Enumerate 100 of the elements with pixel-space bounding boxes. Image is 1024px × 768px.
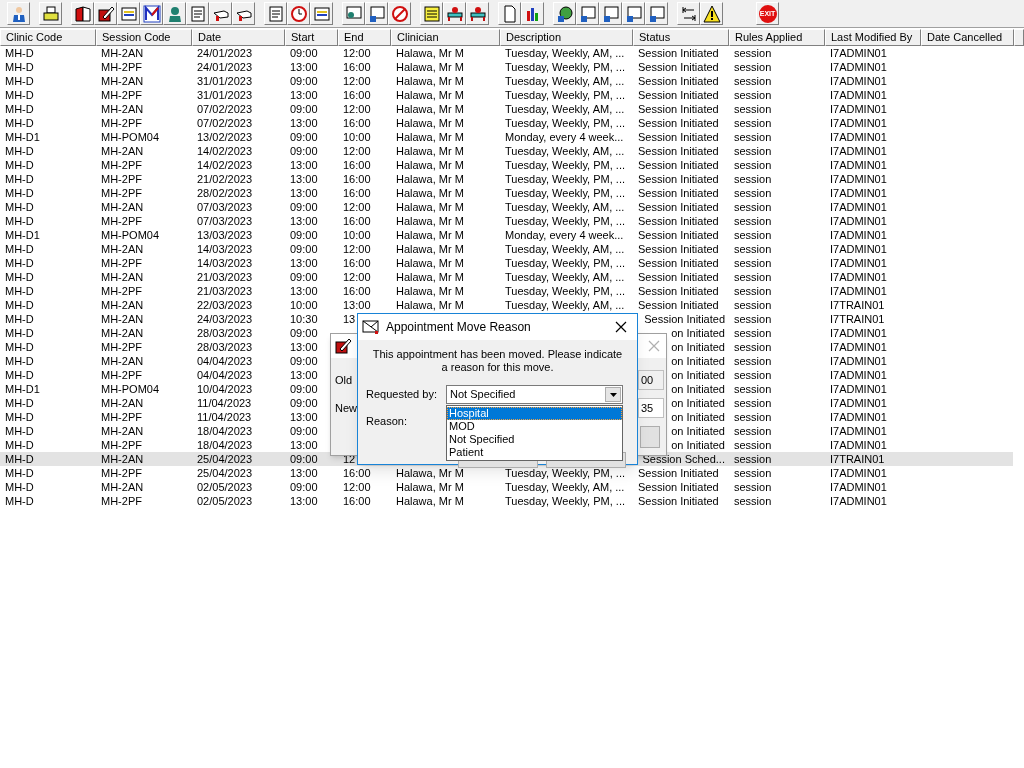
table-cell[interactable]: MH-2AN: [96, 74, 192, 88]
column-header[interactable]: Clinic Code: [0, 29, 96, 46]
table-cell[interactable]: 10:00: [338, 228, 391, 242]
table-cell[interactable]: 11/04/2023: [192, 410, 285, 424]
table-cell[interactable]: Halawa, Mr M: [391, 200, 500, 214]
table-cell[interactable]: 21/02/2023: [192, 172, 285, 186]
table-cell[interactable]: MH-2AN: [96, 354, 192, 368]
table-cell[interactable]: MH-D: [0, 242, 96, 256]
table-cell[interactable]: Halawa, Mr M: [391, 256, 500, 270]
table-cell[interactable]: MH-D: [0, 172, 96, 186]
table-cell[interactable]: Halawa, Mr M: [391, 46, 500, 60]
toolbar-button[interactable]: [140, 2, 163, 25]
table-cell[interactable]: I7ADMIN01: [825, 228, 921, 242]
table-cell[interactable]: 04/04/2023: [192, 368, 285, 382]
table-cell[interactable]: Halawa, Mr M: [391, 480, 500, 494]
table-cell[interactable]: MH-D1: [0, 228, 96, 242]
table-cell[interactable]: Session Initiated: [633, 298, 729, 312]
table-cell[interactable]: session: [729, 46, 825, 60]
table-cell[interactable]: session: [729, 396, 825, 410]
table-cell[interactable]: 16:00: [338, 466, 391, 480]
table-cell[interactable]: MH-2PF: [96, 186, 192, 200]
table-cell[interactable]: Tuesday, Weekly, PM, ...: [500, 186, 633, 200]
table-cell[interactable]: MH-D: [0, 200, 96, 214]
table-cell[interactable]: MH-2PF: [96, 466, 192, 480]
table-cell[interactable]: 11/04/2023: [192, 396, 285, 410]
table-cell[interactable]: I7ADMIN01: [825, 200, 921, 214]
table-cell[interactable]: Session Initiated: [633, 270, 729, 284]
table-cell[interactable]: 12:00: [338, 480, 391, 494]
table-cell[interactable]: 14/02/2023: [192, 158, 285, 172]
table-cell[interactable]: MH-D: [0, 494, 96, 508]
table-cell[interactable]: MH-D: [0, 158, 96, 172]
table-cell[interactable]: MH-2AN: [96, 312, 192, 326]
table-cell[interactable]: 09:00: [285, 200, 338, 214]
table-cell[interactable]: Halawa, Mr M: [391, 60, 500, 74]
table-cell[interactable]: MH-D: [0, 410, 96, 424]
table-cell[interactable]: Tuesday, Weekly, PM, ...: [500, 494, 633, 508]
table-cell[interactable]: Tuesday, Weekly, PM, ...: [500, 158, 633, 172]
table-cell[interactable]: I7TRAIN01: [825, 298, 921, 312]
table-cell[interactable]: 13:00: [285, 466, 338, 480]
table-cell[interactable]: I7ADMIN01: [825, 186, 921, 200]
table-cell[interactable]: 12:00: [338, 144, 391, 158]
table-cell[interactable]: Halawa, Mr M: [391, 144, 500, 158]
table-cell[interactable]: session: [729, 480, 825, 494]
toolbar-button[interactable]: [677, 2, 700, 25]
table-cell[interactable]: MH-D: [0, 256, 96, 270]
table-cell[interactable]: MH-D: [0, 116, 96, 130]
table-cell[interactable]: session: [729, 214, 825, 228]
table-cell[interactable]: 13:00: [285, 172, 338, 186]
table-cell[interactable]: I7ADMIN01: [825, 88, 921, 102]
table-cell[interactable]: MH-D: [0, 466, 96, 480]
table-cell[interactable]: 13:00: [285, 186, 338, 200]
selected-table-cell[interactable]: 09:00: [285, 452, 338, 466]
column-header[interactable]: End: [338, 29, 391, 46]
table-cell[interactable]: Session Initiated: [633, 480, 729, 494]
table-cell[interactable]: 16:00: [338, 116, 391, 130]
table-cell[interactable]: MH-D: [0, 312, 96, 326]
table-cell[interactable]: 13:00: [285, 88, 338, 102]
input-field[interactable]: 00: [638, 370, 664, 390]
table-cell[interactable]: MH-D: [0, 214, 96, 228]
table-cell[interactable]: Session Initiated: [633, 242, 729, 256]
table-cell[interactable]: Halawa, Mr M: [391, 494, 500, 508]
table-cell[interactable]: 16:00: [338, 284, 391, 298]
table-cell[interactable]: Halawa, Mr M: [391, 228, 500, 242]
table-cell[interactable]: Session Initiated: [633, 60, 729, 74]
table-cell[interactable]: session: [729, 158, 825, 172]
table-cell[interactable]: Tuesday, Weekly, AM, ...: [500, 46, 633, 60]
table-cell[interactable]: 13:00: [285, 284, 338, 298]
table-cell[interactable]: session: [729, 410, 825, 424]
table-cell[interactable]: 18/04/2023: [192, 438, 285, 452]
table-cell[interactable]: Tuesday, Weekly, PM, ...: [500, 284, 633, 298]
column-header[interactable]: Clinician: [391, 29, 500, 46]
table-cell[interactable]: 10:00: [285, 298, 338, 312]
table-cell[interactable]: Halawa, Mr M: [391, 298, 500, 312]
column-header[interactable]: Session Code: [96, 29, 192, 46]
table-cell[interactable]: Halawa, Mr M: [391, 158, 500, 172]
table-cell[interactable]: session: [729, 74, 825, 88]
table-cell[interactable]: MH-D: [0, 326, 96, 340]
table-cell[interactable]: 16:00: [338, 172, 391, 186]
table-cell[interactable]: MH-D: [0, 368, 96, 382]
table-cell[interactable]: Monday, every 4 week...: [500, 130, 633, 144]
table-cell[interactable]: MH-2PF: [96, 410, 192, 424]
toolbar-button[interactable]: [117, 2, 140, 25]
table-cell[interactable]: I7ADMIN01: [825, 466, 921, 480]
table-cell[interactable]: MH-2PF: [96, 88, 192, 102]
table-cell[interactable]: MH-2PF: [96, 284, 192, 298]
table-cell[interactable]: Tuesday, Weekly, PM, ...: [500, 88, 633, 102]
table-cell[interactable]: 16:00: [338, 214, 391, 228]
table-cell[interactable]: 09:00: [285, 144, 338, 158]
table-cell[interactable]: MH-D: [0, 74, 96, 88]
table-cell[interactable]: 02/05/2023: [192, 494, 285, 508]
table-cell[interactable]: MH-2PF: [96, 340, 192, 354]
table-cell[interactable]: session: [729, 116, 825, 130]
table-cell[interactable]: session: [729, 494, 825, 508]
table-cell[interactable]: Halawa, Mr M: [391, 74, 500, 88]
table-cell[interactable]: MH-D: [0, 298, 96, 312]
table-cell[interactable]: 13:00: [285, 158, 338, 172]
table-cell[interactable]: I7ADMIN01: [825, 494, 921, 508]
table-cell[interactable]: MH-2AN: [96, 46, 192, 60]
toolbar-button[interactable]: [576, 2, 599, 25]
table-cell[interactable]: I7ADMIN01: [825, 172, 921, 186]
